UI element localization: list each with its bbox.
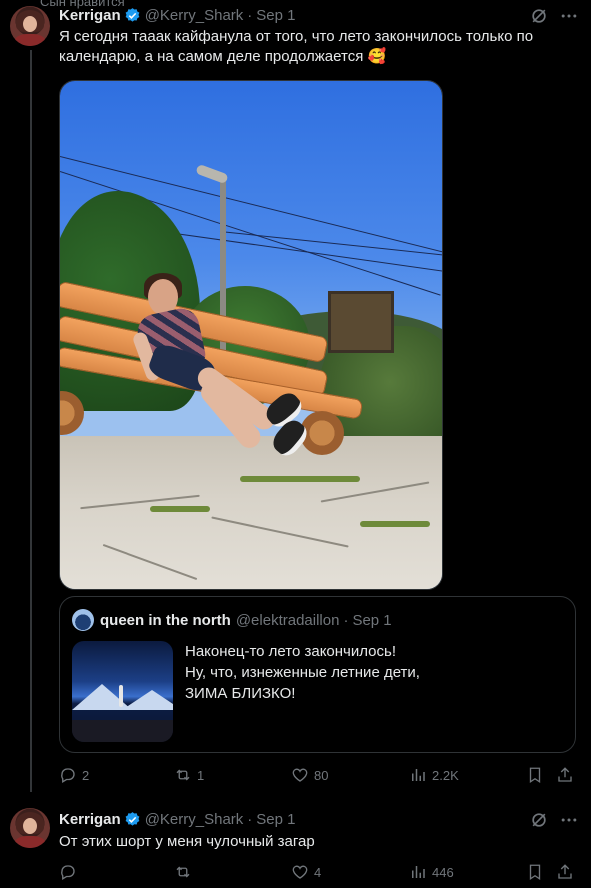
quoted-tweet[interactable]: queen in the north @elektradaillon · Sep… [59,596,576,753]
quoted-tweet-header: queen in the north @elektradaillon · Sep… [72,609,392,631]
tweet-1[interactable]: Kerrigan @Kerry_Shark · Sep 1 Я сегодня … [0,0,591,800]
reply-icon [61,865,75,880]
tweet-text: От этих шорт у меня чулочный загар [59,832,569,852]
grok-icon[interactable] [529,810,549,830]
repost-icon [176,866,190,878]
reply-count: 2 [82,767,90,783]
separator-dot: · [247,6,253,24]
tweet-text-line: Я сегодня тааак кайфанула от того, что л… [59,28,534,45]
like-icon [292,865,308,879]
avatar[interactable] [10,808,50,848]
views-count: 2.2K [432,767,459,783]
reply-icon [61,768,75,783]
quoted-text-line: Наконец-то лето закончилось! [185,643,396,660]
like-button[interactable]: 80 [291,766,328,784]
tweet-actions: 2 1 80 2.2K [59,766,576,786]
bookmark-icon [529,767,541,784]
repost-count: 1 [197,767,205,783]
separator-dot: · [247,810,253,828]
views-icon [412,866,425,878]
tweet-actions: 4 446 [59,863,576,883]
share-icon [558,767,572,782]
bookmark-button[interactable] [526,766,544,784]
quoted-author-handle: @elektradaillon [235,611,340,629]
verified-badge-icon [124,811,141,828]
like-icon [292,768,308,782]
tweet-header: Kerrigan @Kerry_Shark · Sep 1 [59,809,295,829]
avatar[interactable] [10,6,50,46]
quoted-author-name: queen in the north [100,611,231,629]
views-button[interactable]: 446 [409,863,454,881]
share-button[interactable] [556,766,574,784]
quoted-photo [72,641,173,742]
like-count: 4 [314,864,322,880]
quoted-date: Sep 1 [352,611,392,629]
views-button[interactable]: 2.2K [409,766,459,784]
repost-button[interactable] [174,863,197,881]
grok-icon[interactable] [529,6,549,26]
tweet-header: Kerrigan @Kerry_Shark · Sep 1 [59,5,295,25]
tweet-date[interactable]: Sep 1 [256,7,295,24]
tweet-text-line: календарю, а на самом деле продолжается … [59,48,387,65]
like-button[interactable]: 4 [291,863,321,881]
bookmark-button[interactable] [526,863,544,881]
reply-button[interactable]: 2 [59,766,89,784]
like-count: 80 [314,767,329,783]
quoted-text: Наконец-то лето закончилось! Ну, что, из… [185,641,420,704]
views-count: 446 [432,864,454,880]
quoted-text-line: ЗИМА БЛИЗКО! [185,685,296,702]
more-icon[interactable] [559,810,579,830]
tweet-date[interactable]: Sep 1 [256,811,295,828]
author-name[interactable]: Kerrigan [59,7,121,24]
repost-button[interactable]: 1 [174,766,204,784]
author-handle[interactable]: @Kerry_Shark [145,7,244,24]
separator-dot: · [343,611,349,629]
share-icon [558,864,572,879]
quoted-avatar [72,609,94,631]
views-icon [412,769,425,781]
tweet-2[interactable]: Kerrigan @Kerry_Shark · Sep 1 От этих шо… [0,800,591,888]
bookmark-icon [529,864,541,881]
more-icon[interactable] [559,6,579,26]
share-button[interactable] [556,863,574,881]
author-handle[interactable]: @Kerry_Shark [145,811,244,828]
quoted-text-line: Ну, что, изнеженные летние дети, [185,664,420,681]
tweet-photo[interactable] [59,80,443,590]
repost-icon [176,769,190,781]
verified-badge-icon [124,7,141,24]
reply-button[interactable] [59,863,82,881]
author-name[interactable]: Kerrigan [59,811,121,828]
tweet-text-line: От этих шорт у меня чулочный загар [59,833,315,850]
tweet-text: Я сегодня тааак кайфанула от того, что л… [59,27,569,67]
